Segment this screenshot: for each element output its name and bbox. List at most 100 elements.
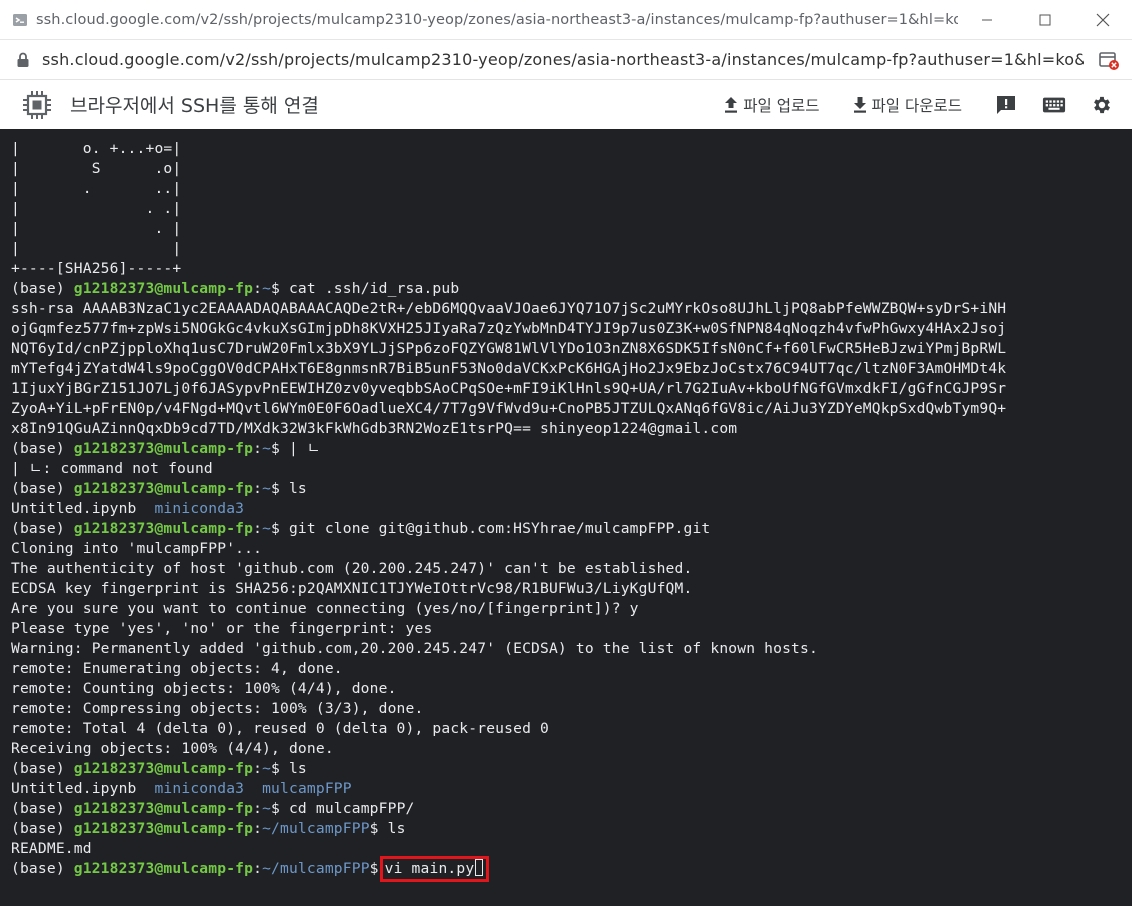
- output-line: Please type 'yes', 'no' or the fingerpri…: [11, 620, 433, 637]
- minimize-button[interactable]: [958, 0, 1016, 40]
- ls-directory: mulcampFPP: [262, 780, 352, 797]
- output-line: Untitled.ipynb miniconda3: [11, 499, 1132, 519]
- window-title: ssh.cloud.google.com/v2/ssh/projects/mul…: [36, 11, 958, 28]
- chip-icon: [23, 90, 51, 119]
- key-art-line: | o. +...+o=|: [11, 140, 182, 157]
- upload-file-label: 파일 업로드: [743, 96, 820, 115]
- prompt-end: $: [271, 520, 289, 537]
- prompt-line: (base) g12182373@mulcamp-fp:~$ cd mulcam…: [11, 799, 1132, 819]
- key-art-line: +----[SHA256]-----+: [11, 260, 182, 277]
- ls-file: Untitled.ipynb: [11, 780, 137, 797]
- key-art-line: | . ..|: [11, 180, 182, 197]
- output-line: Cloning into 'mulcampFPP'...: [11, 540, 263, 557]
- upload-file-button[interactable]: 파일 업로드: [723, 94, 820, 116]
- cloud-shell-favicon-icon: [13, 13, 27, 26]
- prompt-prefix: (base): [11, 280, 74, 297]
- active-prompt-line[interactable]: (base) g12182373@mulcamp-fp:~/mulcampFPP…: [11, 856, 1132, 882]
- prompt-sep: :: [253, 440, 263, 457]
- output-line: Receiving objects: 100% (4/4), done.: [11, 740, 334, 757]
- prompt-prefix: (base): [11, 520, 74, 537]
- prompt-line: (base) g12182373@mulcamp-fp:~$ ls: [11, 759, 1132, 779]
- prompt-path: ~: [262, 760, 272, 777]
- prompt-user: g12182373@mulcamp-fp: [73, 760, 254, 777]
- command-text: ls: [288, 480, 307, 497]
- output-line: remote: Compressing objects: 100% (3/3),…: [11, 700, 424, 717]
- prompt-path: ~/mulcampFPP: [262, 820, 370, 837]
- minimize-icon: [982, 19, 992, 20]
- command-text: cd mulcampFPP/: [288, 800, 415, 817]
- command-text: git clone git@github.com:HSYhrae/mulcamp…: [288, 520, 711, 537]
- close-button[interactable]: [1074, 0, 1132, 40]
- output-line: x8In91QGuAZinnQqxDb9cd7TD/MXdk32W3kFkWhG…: [11, 420, 738, 437]
- prompt-line: (base) g12182373@mulcamp-fp:~$ git clone…: [11, 519, 1132, 539]
- command-text: cat .ssh/id_rsa.pub: [288, 280, 460, 297]
- prompt-sep: :: [253, 860, 263, 877]
- key-art-line: | S .o|: [11, 160, 182, 177]
- download-file-label: 파일 다운로드: [871, 96, 963, 115]
- upload-icon: [725, 96, 738, 113]
- prompt-line: (base) g12182373@mulcamp-fp:~$ cat .ssh/…: [11, 279, 1132, 299]
- terminal-cursor: [475, 859, 484, 876]
- prompt-end: $: [369, 820, 388, 837]
- command-text: ls: [288, 760, 307, 777]
- download-file-button[interactable]: 파일 다운로드: [852, 94, 963, 116]
- page-title: 브라우저에서 SSH를 통해 연결: [70, 95, 319, 117]
- maximize-button[interactable]: [1016, 0, 1074, 40]
- output-line: remote: Total 4 (delta 0), reused 0 (del…: [11, 720, 549, 737]
- prompt-prefix: (base): [11, 760, 74, 777]
- prompt-sep: :: [253, 800, 263, 817]
- prompt-sep: :: [253, 520, 263, 537]
- output-line: README.md: [11, 840, 92, 857]
- prompt-path: ~: [262, 280, 272, 297]
- prompt-sep: :: [253, 480, 263, 497]
- output-line: ssh-rsa AAAAB3NzaC1yc2EAAAADAQABAAACAQDe…: [11, 300, 1007, 317]
- feedback-icon: [997, 95, 1015, 114]
- output-line: Untitled.ipynb miniconda3 mulcampFPP: [11, 779, 1132, 799]
- output-line: NQT6yId/cnPZjpploXhq1usC7DruW20Fmlx3bX9Y…: [11, 340, 1007, 357]
- output-line: Are you sure you want to continue connec…: [11, 600, 639, 617]
- prompt-prefix: (base): [11, 860, 74, 877]
- terminal[interactable]: | o. +...+o=| | S .o| | . ..| | . .| | .…: [0, 129, 1132, 906]
- keyboard-icon: [1042, 97, 1066, 112]
- ssh-toolbar: 브라우저에서 SSH를 통해 연결 파일 업로드 파일 다운로드: [0, 80, 1132, 129]
- prompt-sep: :: [253, 820, 263, 837]
- prompt-path: ~/mulcampFPP: [262, 860, 370, 877]
- window-titlebar: ssh.cloud.google.com/v2/ssh/projects/mul…: [0, 0, 1132, 40]
- ls-directory: miniconda3: [154, 780, 245, 797]
- address-bar: ssh.cloud.google.com/v2/ssh/projects/mul…: [0, 40, 1132, 80]
- key-art-line: | . |: [11, 220, 182, 237]
- prompt-line: (base) g12182373@mulcamp-fp:~$ | ㄴ: [11, 439, 1132, 459]
- command-text: ls: [387, 820, 406, 837]
- url-text[interactable]: ssh.cloud.google.com/v2/ssh/projects/mul…: [42, 50, 1084, 69]
- prompt-end: $: [369, 860, 379, 877]
- prompt-user: g12182373@mulcamp-fp: [73, 520, 254, 537]
- prompt-user: g12182373@mulcamp-fp: [73, 440, 254, 457]
- prompt-end: $: [271, 440, 289, 457]
- key-art-line: | |: [11, 240, 182, 257]
- output-line: mYTefg4jZYatdW4ls9poCggOV0dCPAHxT6E8gnms…: [11, 360, 1007, 377]
- output-line: remote: Enumerating objects: 4, done.: [11, 660, 343, 677]
- current-command-input[interactable]: vi main.py: [385, 860, 475, 877]
- popup-blocked-icon[interactable]: [1098, 49, 1120, 71]
- prompt-line: (base) g12182373@mulcamp-fp:~/mulcampFPP…: [11, 819, 1132, 839]
- close-icon: [1096, 13, 1110, 26]
- lock-icon: [17, 52, 29, 67]
- prompt-path: ~: [262, 800, 272, 817]
- prompt-prefix: (base): [11, 820, 74, 837]
- highlighted-command-box[interactable]: vi main.py: [379, 856, 490, 882]
- prompt-end: $: [271, 480, 289, 497]
- prompt-sep: :: [253, 760, 263, 777]
- prompt-user: g12182373@mulcamp-fp: [73, 860, 254, 877]
- settings-button[interactable]: [1090, 93, 1114, 117]
- feedback-button[interactable]: [994, 93, 1018, 117]
- command-text: | ㄴ: [288, 440, 321, 457]
- keyboard-button[interactable]: [1042, 93, 1066, 117]
- gear-icon: [1094, 96, 1110, 113]
- prompt-end: $: [271, 280, 289, 297]
- prompt-path: ~: [262, 520, 272, 537]
- output-line: The authenticity of host 'github.com (20…: [11, 560, 693, 577]
- prompt-user: g12182373@mulcamp-fp: [73, 800, 254, 817]
- prompt-path: ~: [262, 440, 272, 457]
- output-line: Warning: Permanently added 'github.com,2…: [11, 640, 818, 657]
- prompt-prefix: (base): [11, 440, 74, 457]
